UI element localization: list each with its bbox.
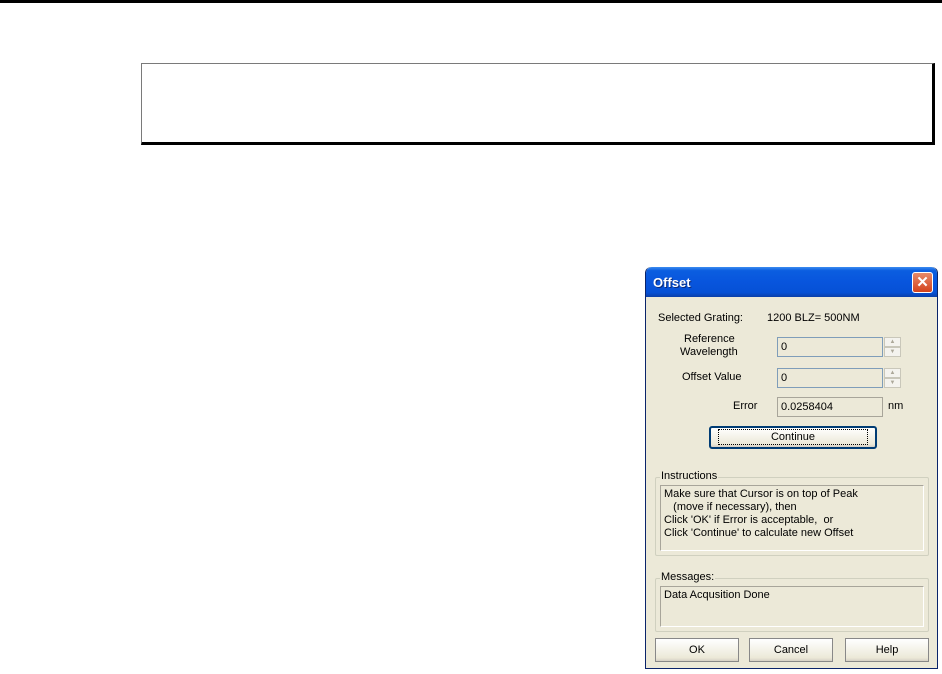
reference-wavelength-spinner[interactable]: ▲ ▼: [884, 337, 901, 357]
offset-value-spinner[interactable]: ▲ ▼: [884, 368, 901, 388]
cancel-button[interactable]: Cancel: [749, 638, 833, 662]
reference-wavelength-label-line1: Reference: [684, 333, 735, 345]
continue-label: Continue: [717, 429, 869, 445]
error-unit: nm: [888, 400, 904, 412]
messages-legend: Messages:: [660, 571, 716, 583]
instructions-legend: Instructions: [660, 470, 719, 482]
spin-up-icon[interactable]: ▲: [884, 368, 901, 378]
instructions-box: Make sure that Cursor is on top of Peak …: [660, 485, 924, 551]
messages-group: Messages: Data Acqusition Done: [655, 571, 929, 632]
top-rule: [0, 0, 942, 3]
offset-dialog: Offset ✕ Selected Grating: 1200 BLZ= 500…: [645, 267, 938, 669]
offset-value-label: Offset Value: [682, 371, 742, 383]
instructions-group: Instructions Make sure that Cursor is on…: [655, 470, 929, 556]
spin-down-icon[interactable]: ▼: [884, 347, 901, 357]
messages-box: Data Acqusition Done: [660, 586, 924, 627]
selected-grating-value: 1200 BLZ= 500NM: [767, 312, 860, 324]
close-icon: ✕: [916, 274, 929, 291]
instruction-line: Click 'Continue' to calculate new Offset: [664, 527, 854, 539]
reference-wavelength-field[interactable]: 0: [777, 337, 883, 357]
dialog-title: Offset: [653, 275, 691, 290]
spin-down-icon[interactable]: ▼: [884, 378, 901, 388]
dialog-titlebar[interactable]: Offset ✕: [646, 267, 937, 297]
error-label: Error: [733, 400, 758, 412]
spin-up-icon[interactable]: ▲: [884, 337, 901, 347]
instruction-line: (move if necessary), then: [664, 501, 797, 513]
close-button[interactable]: ✕: [912, 272, 933, 293]
offset-value-field[interactable]: 0: [777, 368, 883, 388]
reference-wavelength-label-line2: Wavelength: [680, 346, 738, 358]
instruction-line: Click 'OK' if Error is acceptable, or: [664, 514, 834, 526]
help-button[interactable]: Help: [845, 638, 929, 662]
instruction-line: Make sure that Cursor is on top of Peak: [664, 488, 858, 500]
ok-button[interactable]: OK: [655, 638, 739, 662]
selected-grating-label: Selected Grating:: [658, 312, 743, 324]
continue-button[interactable]: Continue: [709, 426, 877, 449]
note-box: [141, 63, 935, 145]
error-field: 0.0258404: [777, 397, 883, 417]
message-text: Data Acqusition Done: [664, 589, 770, 601]
